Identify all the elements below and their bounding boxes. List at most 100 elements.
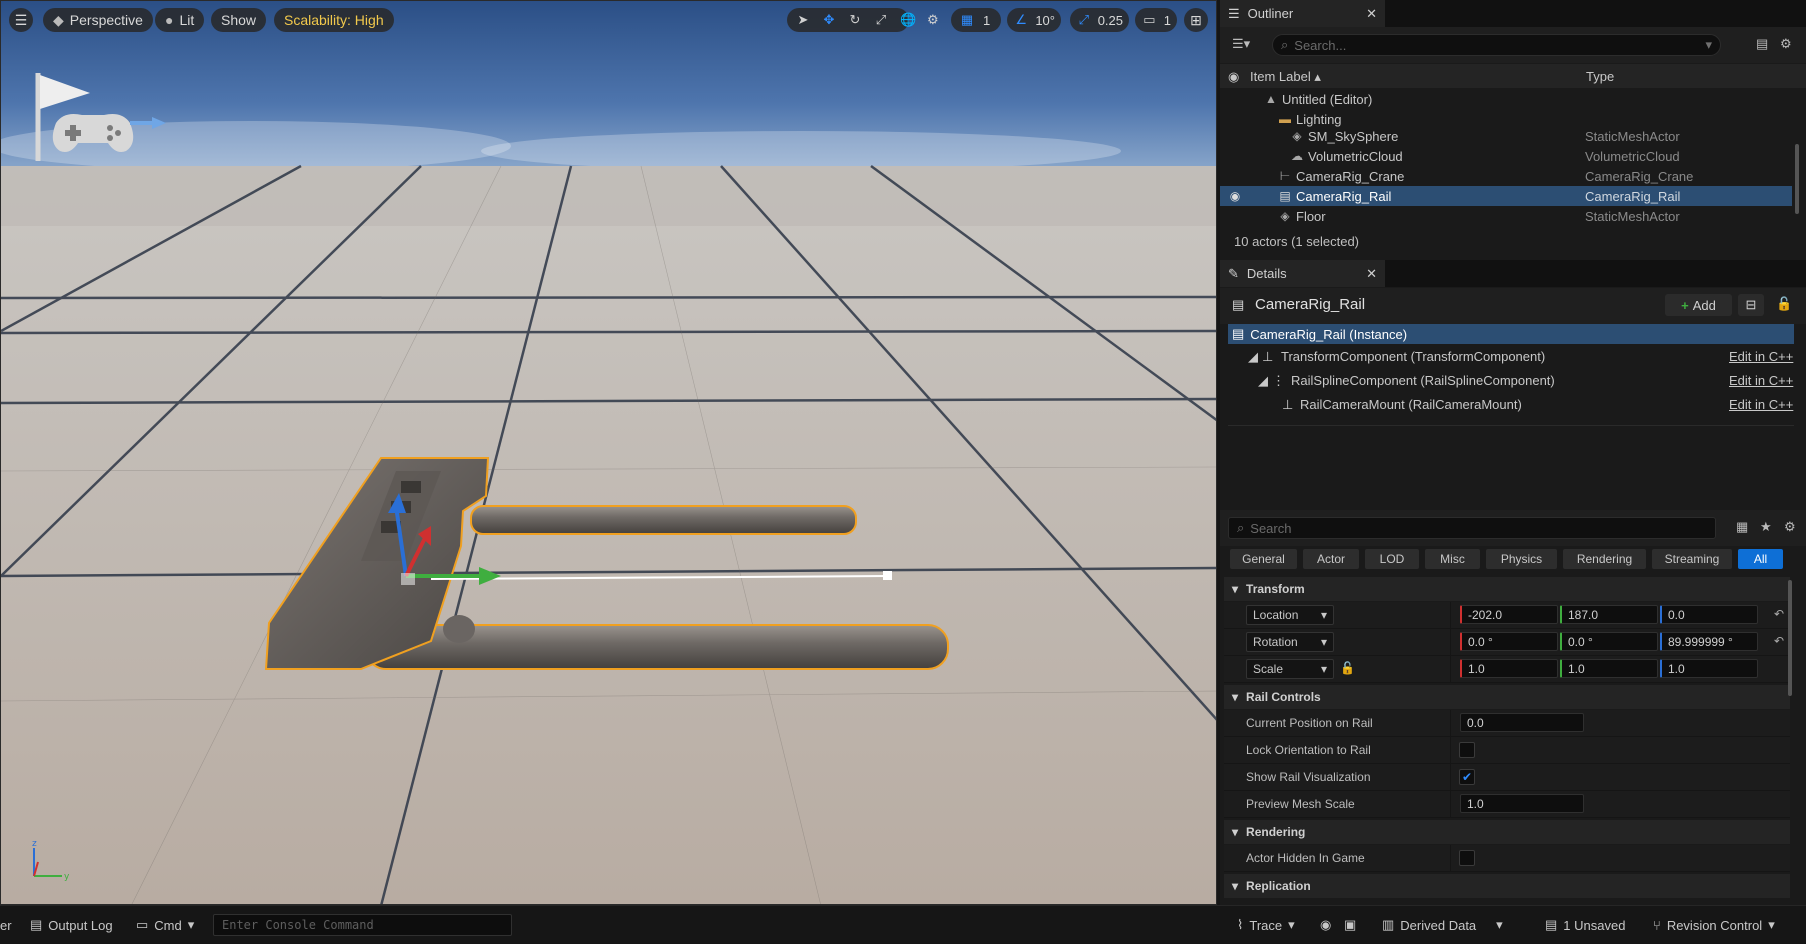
outliner-search[interactable]: ⌕ ▾ (1272, 34, 1721, 56)
column-splitter[interactable] (1450, 710, 1451, 736)
filter-icon[interactable]: ☰▾ (1232, 36, 1250, 52)
gear-icon[interactable]: ⚙ (1784, 519, 1796, 535)
rotation-dropdown[interactable]: Rotation ▾ (1246, 632, 1334, 652)
preview-mesh-field[interactable]: 1.0 (1460, 794, 1584, 813)
table-view-icon[interactable]: ▦ (1736, 519, 1748, 535)
close-icon[interactable]: ✕ (1366, 6, 1377, 22)
category-streaming[interactable]: Streaming (1652, 549, 1732, 569)
item-label-header[interactable]: Item Label ▴ (1250, 69, 1321, 85)
star-icon[interactable]: ★ (1760, 519, 1772, 535)
actor-hidden-checkbox[interactable] (1459, 850, 1475, 866)
rotation-z-field[interactable]: 89.999999 ° (1660, 632, 1758, 651)
rotation-x-field[interactable]: 0.0 ° (1460, 632, 1558, 651)
show-button[interactable]: Show (211, 8, 267, 32)
list-item[interactable]: ⊢ CameraRig_Crane CameraRig_Crane (1220, 166, 1792, 186)
scale-snap-icon[interactable]: ⤢ (1076, 10, 1092, 30)
blueprint-button[interactable]: ⊟ (1738, 294, 1764, 316)
scale-z-field[interactable]: 1.0 (1660, 659, 1758, 678)
category-general[interactable]: General (1230, 549, 1297, 569)
tab-outliner[interactable]: ☰ Outliner ✕ (1220, 0, 1385, 27)
current-position-field[interactable]: 0.0 (1460, 713, 1584, 732)
viewport-menu-button[interactable]: ☰ (9, 8, 33, 32)
category-rendering[interactable]: Rendering (1563, 549, 1646, 569)
gear-icon[interactable]: ⚙ (1780, 36, 1792, 52)
location-y-field[interactable]: 187.0 (1560, 605, 1658, 624)
layout-button[interactable]: ⊞ (1184, 8, 1208, 32)
trace-button[interactable]: ⌇ Trace ▾ (1237, 906, 1295, 944)
revision-control-button[interactable]: ⑂ Revision Control ▾ (1653, 906, 1775, 944)
list-item[interactable]: ◈ SM_SkySphere StaticMeshActor (1220, 126, 1792, 146)
list-item[interactable]: ☁ VolumetricCloud VolumetricCloud (1220, 146, 1792, 166)
add-component-button[interactable]: + Add (1665, 294, 1732, 316)
category-all[interactable]: All (1738, 549, 1783, 569)
lock-icon[interactable]: 🔓 (1776, 296, 1792, 312)
close-icon[interactable]: ✕ (1366, 266, 1377, 282)
scale-dropdown[interactable]: Scale ▾ (1246, 659, 1334, 679)
grid-snap-control[interactable]: ▦ 1 (951, 8, 1001, 32)
screenshot-button[interactable]: ▣ (1344, 906, 1356, 944)
rotate-tool-icon[interactable]: ↻ (845, 10, 865, 30)
column-splitter[interactable] (1450, 602, 1451, 628)
collapse-arrow-icon[interactable]: ◢ (1248, 349, 1258, 365)
translate-tool-icon[interactable]: ✥ (819, 10, 839, 30)
section-rail-controls[interactable]: ▾ Rail Controls (1224, 685, 1790, 709)
location-dropdown[interactable]: Location ▾ (1246, 605, 1334, 625)
reset-icon[interactable]: ↶ (1774, 634, 1784, 648)
lock-orientation-checkbox[interactable] (1459, 742, 1475, 758)
category-lod[interactable]: LOD (1365, 549, 1419, 569)
section-rendering[interactable]: ▾ Rendering (1224, 820, 1790, 844)
details-scrollbar[interactable] (1788, 580, 1792, 696)
select-tool-icon[interactable]: ➤ (793, 10, 813, 30)
edit-in-cpp-link[interactable]: Edit in C++ (1729, 373, 1793, 388)
console-command-input[interactable] (222, 918, 511, 932)
unsaved-button[interactable]: ▤ 1 Unsaved (1545, 906, 1625, 944)
location-z-field[interactable]: 0.0 (1660, 605, 1758, 624)
rotation-y-field[interactable]: 0.0 ° (1560, 632, 1658, 651)
column-splitter[interactable] (1450, 845, 1451, 871)
record-button[interactable]: ◉ (1320, 906, 1331, 944)
scale-snap-control[interactable]: ⤢ 0.25 (1070, 8, 1129, 32)
perspective-button[interactable]: ◆ Perspective (43, 8, 153, 32)
console-command-field[interactable] (213, 914, 512, 936)
edit-in-cpp-link[interactable]: Edit in C++ (1729, 349, 1793, 364)
reset-icon[interactable]: ↶ (1774, 607, 1784, 621)
eye-icon[interactable]: ◉ (1228, 69, 1239, 85)
column-splitter[interactable] (1450, 656, 1451, 682)
level-viewport[interactable]: z y ☰ ◆ Perspective ● Lit Show Scalabili… (0, 0, 1217, 905)
list-item[interactable]: ◈ Floor StaticMeshActor (1220, 206, 1792, 226)
outliner-scrollbar[interactable] (1795, 144, 1799, 214)
edit-in-cpp-link[interactable]: Edit in C++ (1729, 397, 1793, 412)
tab-details[interactable]: ✎ Details ✕ (1220, 260, 1385, 287)
grid-snap-icon[interactable]: ▦ (957, 10, 977, 30)
cmd-dropdown[interactable]: ▭ Cmd ▾ (136, 906, 194, 944)
angle-snap-icon[interactable]: ∠ (1013, 10, 1029, 30)
component-row[interactable]: ◢ ⊥ TransformComponent (TransformCompone… (1220, 346, 1806, 368)
surface-snap-icon[interactable]: ⚙ (927, 10, 939, 30)
details-search[interactable]: ⌕ (1228, 517, 1716, 539)
category-physics[interactable]: Physics (1486, 549, 1557, 569)
globe-icon[interactable]: 🌐 (900, 10, 916, 30)
add-folder-icon[interactable]: ▤ (1756, 36, 1768, 52)
scalability-button[interactable]: Scalability: High (274, 8, 394, 32)
component-instance[interactable]: ▤ CameraRig_Rail (Instance) (1228, 324, 1794, 344)
column-splitter[interactable] (1450, 764, 1451, 790)
angle-snap-control[interactable]: ∠ 10° (1007, 8, 1061, 32)
list-item[interactable]: ▲ Untitled (Editor) (1220, 89, 1792, 109)
list-item[interactable]: ◉ ▤ CameraRig_Rail CameraRig_Rail (1220, 186, 1792, 206)
camera-speed-control[interactable]: ▭ 1 (1135, 8, 1177, 32)
camera-icon[interactable]: ▭ (1141, 10, 1158, 30)
column-splitter[interactable] (1450, 737, 1451, 763)
column-splitter[interactable] (1450, 791, 1451, 817)
content-drawer-fragment[interactable]: er (0, 906, 12, 944)
show-rail-checkbox[interactable]: ✔ (1459, 769, 1475, 785)
lock-icon[interactable]: 🔓 (1340, 661, 1355, 675)
derived-data-button[interactable]: ▥ Derived Data ▾ (1382, 906, 1503, 944)
output-log-button[interactable]: ▤ Output Log (30, 906, 113, 944)
details-search-input[interactable] (1250, 520, 1707, 536)
category-misc[interactable]: Misc (1425, 549, 1480, 569)
view-mode-button[interactable]: ● Lit (155, 8, 205, 32)
category-actor[interactable]: Actor (1303, 549, 1359, 569)
section-replication[interactable]: ▾ Replication (1224, 874, 1790, 898)
section-transform[interactable]: ▾ Transform (1224, 577, 1790, 601)
scale-x-field[interactable]: 1.0 (1460, 659, 1558, 678)
